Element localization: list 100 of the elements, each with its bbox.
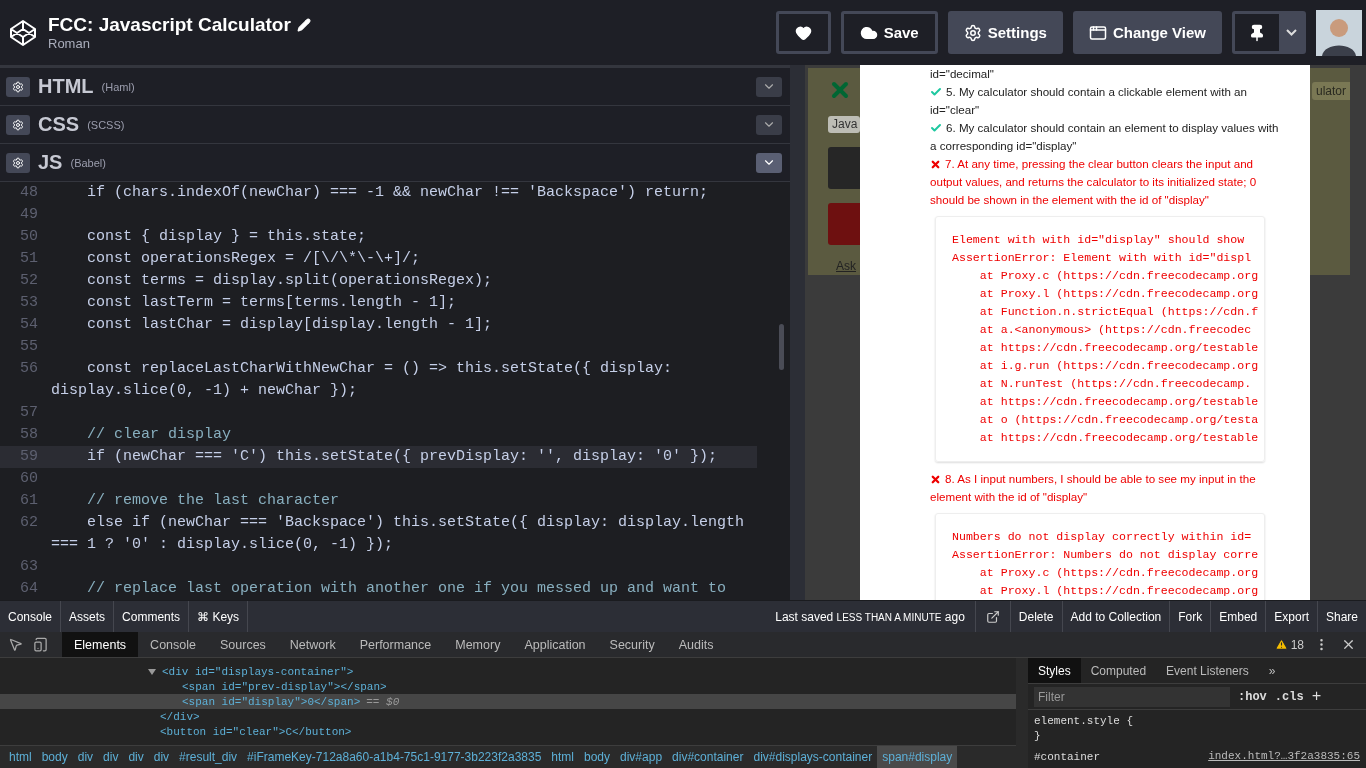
collapse-button[interactable] <box>756 152 782 173</box>
settings-button[interactable] <box>6 114 30 135</box>
code-line: const lastChar = display[display.length - 1]; <box>86 315 493 335</box>
devtools-tab[interactable]: Elements <box>62 632 139 657</box>
code-line: const terms = display.split(operationsRegex); <box>86 271 493 291</box>
breadcrumb[interactable]: div <box>72 746 99 768</box>
error-line: at https://cdn.freecodecamp.org/testable <box>978 430 1260 446</box>
devtools-tab[interactable]: Audits <box>666 632 726 657</box>
warning-count[interactable]: 18 <box>1274 637 1304 652</box>
source-link[interactable]: index.html?…3f2a3835:65 <box>1208 750 1360 765</box>
line-number: 49 <box>19 205 39 225</box>
dom-node[interactable]: <button id="clear">C</button> <box>0 724 1016 739</box>
line-number: 60 <box>19 469 39 489</box>
styles-tab[interactable]: Styles <box>1028 658 1081 683</box>
breadcrumb[interactable]: div <box>98 746 124 768</box>
breadcrumb[interactable]: div#app <box>615 746 668 768</box>
breadcrumb[interactable]: html <box>546 746 579 768</box>
line-number: 61 <box>19 491 39 511</box>
collapse-button[interactable] <box>756 114 782 135</box>
filter-field[interactable]: Filter <box>1034 686 1230 707</box>
class-button[interactable]: .cls <box>1274 689 1304 704</box>
hover-state-button[interactable]: :hov <box>1238 689 1267 704</box>
error-line: at o (https://cdn.freecodecamp.org/testa <box>978 412 1260 428</box>
line-number: 53 <box>19 293 39 313</box>
dom-node[interactable]: <div id="displays-container"> <box>0 664 1016 679</box>
breadcrumb[interactable]: #result_div <box>174 746 243 768</box>
devtools-tab[interactable]: Memory <box>443 632 513 657</box>
gear-icon <box>12 156 24 169</box>
last-saved-text: Last saved LESS THAN A MINUTE ago <box>775 609 965 624</box>
code-line: // remove the last character <box>86 491 340 511</box>
breadcrumb[interactable]: div <box>148 746 175 768</box>
tag: ulator <box>1311 82 1350 100</box>
breadcrumb[interactable]: body <box>36 746 73 768</box>
breadcrumb[interactable]: div#container <box>667 746 749 768</box>
breadcrumb[interactable]: div <box>123 746 149 768</box>
gear-icon <box>963 23 982 42</box>
settings-button[interactable]: Settings <box>947 11 1063 54</box>
devtools-tab[interactable]: Console <box>138 632 208 657</box>
styles-tab[interactable]: Computed <box>1080 658 1157 683</box>
avatar[interactable] <box>1316 9 1362 56</box>
breadcrumb[interactable]: html <box>4 746 37 768</box>
devtools-tab[interactable]: Performance <box>347 632 444 657</box>
error-line: Numbers do not display correctly within id= <box>952 529 1253 545</box>
preprocessor-label: (SCSS) <box>87 118 126 131</box>
preprocessor-label: (Haml) <box>101 80 136 93</box>
dom-node[interactable]: <span id="display">0</span> == $0 <box>0 694 1016 709</box>
breadcrumb[interactable]: div#displays-container <box>748 746 878 768</box>
line-number: 58 <box>19 425 39 445</box>
line-number: 55 <box>19 337 39 357</box>
css-rule: element.style { <box>1033 714 1135 729</box>
dropdown-button[interactable] <box>1279 14 1303 51</box>
code-line: if (chars.indexOf(newChar) === -1 && newChar !== 'Backspace') return; <box>86 183 709 203</box>
test-text: 7. At any time, pressing the clear button clears the input and output values, and returns the calculator to its initialized state; 0 should be shown in the element with the id of "display" <box>930 156 1258 208</box>
select-field[interactable]: Java <box>828 116 860 133</box>
like-button[interactable] <box>775 11 831 54</box>
edit-icon[interactable] <box>296 18 311 32</box>
line-number: 62 <box>19 513 39 533</box>
line-number: 48 <box>19 183 39 203</box>
devtools-tab[interactable]: Sources <box>208 632 278 657</box>
line-number: 51 <box>19 249 39 269</box>
test-text: id="decimal" <box>930 66 995 82</box>
device-icon[interactable] <box>33 637 48 652</box>
devtools-tab[interactable]: Application <box>512 632 598 657</box>
line-number: 57 <box>19 403 39 423</box>
view-button[interactable]: Change View <box>1072 11 1222 54</box>
settings-button[interactable] <box>6 152 30 173</box>
editor-name: HTML <box>38 75 94 98</box>
code-line: const { display } = this.state; <box>86 227 367 247</box>
save-button[interactable]: Save <box>840 11 938 54</box>
devtools-tab[interactable]: Network <box>277 632 348 657</box>
close-icon[interactable] <box>1341 637 1356 652</box>
styles-tab[interactable]: Event Listeners <box>1156 658 1259 683</box>
inspect-icon[interactable] <box>8 637 23 652</box>
breadcrumb[interactable]: span#display <box>877 746 958 768</box>
error-line: at a.<anonymous> (https://cdn.freecodec <box>978 322 1253 338</box>
resize-handle[interactable] <box>790 65 805 600</box>
code-line: // clear display <box>86 425 232 445</box>
breadcrumb[interactable]: body <box>579 746 616 768</box>
line-number: 63 <box>19 557 39 577</box>
warning-icon <box>1274 638 1288 651</box>
scrollbar[interactable] <box>779 324 784 370</box>
breadcrumb[interactable]: #iFrameKey-712a8a60-a1b4-75c1-9177-3b223f2a3835 <box>242 746 547 768</box>
caret-icon <box>1285 29 1297 36</box>
error-line: at Proxy.c (https://cdn.freecodecamp.org <box>978 268 1260 284</box>
code-line: const lastTerm = terms[terms.length - 1]; <box>86 293 457 313</box>
logo-icon[interactable] <box>8 17 38 48</box>
dom-node[interactable]: <span id="prev-display"></span> <box>0 679 1016 694</box>
code-line: if (newChar === 'C') this.setState({ prevDisplay: '', display: '0' }); <box>86 447 718 467</box>
collapse-button[interactable] <box>756 76 782 97</box>
error-line: AssertionError: Numbers do not display corre <box>952 547 1260 563</box>
code-line: // replace last operation with another one if you messed up and want to <box>86 579 727 599</box>
add-rule-button[interactable]: + <box>1311 687 1322 706</box>
error-line: at i.g.run (https://cdn.freecodecamp.org <box>978 358 1260 374</box>
settings-button[interactable] <box>6 76 30 97</box>
caret-icon[interactable] <box>148 667 156 676</box>
error-line: at Function.n.strictEqual (https://cdn.f <box>978 304 1260 320</box>
devtools-tab[interactable]: Security <box>597 632 667 657</box>
dom-node[interactable]: </div> <box>0 709 1016 724</box>
error-line: at https://cdn.freecodecamp.org/testable <box>978 394 1260 410</box>
more-tabs-button[interactable]: » <box>1258 658 1286 683</box>
